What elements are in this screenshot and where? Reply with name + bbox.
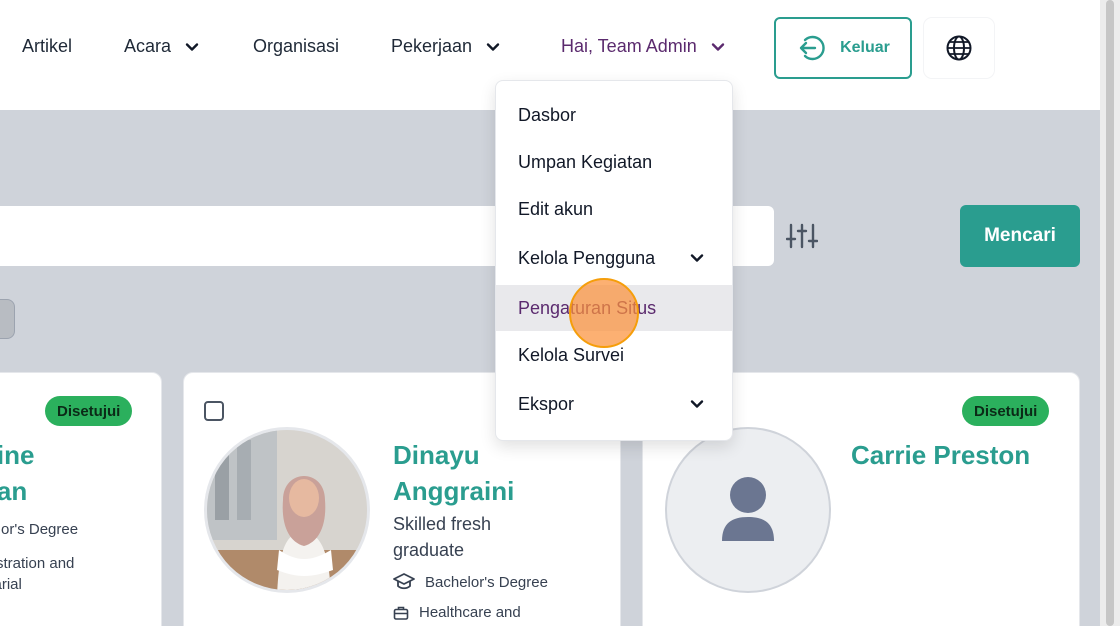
select-checkbox[interactable] <box>204 401 224 421</box>
nav-item-label: Artikel <box>22 36 73 56</box>
search-button-label: Mencari <box>984 225 1056 246</box>
logout-icon <box>799 35 825 61</box>
profile-photo <box>204 427 370 593</box>
menu-item-label: Kelola Survei <box>518 344 625 365</box>
menu-item-label: Pengaturan Situs <box>518 297 657 318</box>
profile-name-line: nine <box>0 440 35 470</box>
nav-item-label: Pekerjaan <box>391 36 473 56</box>
headline-line: graduate <box>393 540 465 560</box>
education-text: Bachelor's Degree <box>425 573 548 591</box>
menu-item-kelola-pengguna[interactable]: Kelola Pengguna <box>496 235 732 281</box>
field-info: Healthcare and <box>393 604 521 621</box>
briefcase-icon <box>393 606 409 620</box>
status-badge-label: Disetujui <box>57 402 121 420</box>
profile-card[interactable]: Disetujui nine gan helor's Degree inistr… <box>0 372 162 626</box>
nav-item-acara[interactable]: Acara <box>124 36 199 57</box>
field-text: inistration and <box>0 555 75 572</box>
chevron-down-icon <box>185 42 199 51</box>
globe-icon <box>946 35 972 61</box>
nav-item-pekerjaan[interactable]: Pekerjaan <box>391 36 500 57</box>
menu-item-label: Dasbor <box>518 104 577 125</box>
search-button[interactable]: Mencari <box>960 205 1080 267</box>
user-greeting: Hai, Team Admin <box>561 36 697 56</box>
menu-item-kelola-survei[interactable]: Kelola Survei <box>496 332 732 378</box>
profile-photo-illustration <box>207 430 367 590</box>
chevron-down-icon <box>690 400 704 408</box>
menu-item-dasbor[interactable]: Dasbor <box>496 92 732 138</box>
graduation-cap-icon <box>393 573 415 590</box>
status-badge: Disetujui <box>45 396 133 426</box>
headline-line: Skilled fresh <box>393 514 492 534</box>
user-dropdown-menu: Dasbor Umpan Kegiatan Edit akun Kelola P… <box>495 80 733 441</box>
logout-button[interactable]: Keluar <box>774 17 912 79</box>
profile-headline: Skilled fresh graduate <box>393 511 491 563</box>
nav-item-organisasi[interactable]: Organisasi <box>253 36 339 57</box>
chevron-down-icon <box>711 42 724 51</box>
status-badge: Disetujui <box>962 396 1050 426</box>
profile-name-line: Dinayu <box>393 440 480 470</box>
logout-label: Keluar <box>840 39 890 56</box>
profile-name[interactable]: nine gan <box>0 437 34 509</box>
menu-item-edit-akun[interactable]: Edit akun <box>496 186 732 232</box>
filter-chip[interactable] <box>0 299 15 339</box>
field-text: Healthcare and <box>419 604 521 621</box>
education-info: helor's Degree <box>0 521 78 538</box>
user-menu-toggle[interactable]: Hai, Team Admin <box>561 36 725 57</box>
field-text: etarial <box>0 576 22 593</box>
menu-item-pengaturan-situs[interactable]: Pengaturan Situs <box>496 285 732 331</box>
profile-name-line: Anggraini <box>393 476 515 506</box>
nav-item-label: Acara <box>124 36 172 56</box>
scrollbar-thumb[interactable] <box>1106 0 1114 626</box>
menu-item-label: Umpan Kegiatan <box>518 151 653 172</box>
nav-item-artikel[interactable]: Artikel <box>22 36 72 57</box>
education-text: helor's Degree <box>0 521 79 538</box>
filter-sliders-icon[interactable] <box>786 222 818 250</box>
user-placeholder-icon <box>722 477 774 541</box>
menu-item-label: Ekspor <box>518 393 575 414</box>
menu-item-label: Kelola Pengguna <box>518 247 656 268</box>
chevron-down-icon <box>690 254 704 262</box>
profile-name[interactable]: Carrie Preston <box>851 437 1030 473</box>
profile-name[interactable]: Dinayu Anggraini <box>393 437 514 509</box>
chevron-down-icon <box>486 42 500 51</box>
page-scrollbar[interactable] <box>1100 0 1120 626</box>
menu-item-ekspor[interactable]: Ekspor <box>496 381 732 427</box>
avatar <box>665 427 831 593</box>
field-info: inistration and etarial <box>0 553 74 595</box>
menu-item-umpan-kegiatan[interactable]: Umpan Kegiatan <box>496 139 732 185</box>
language-button[interactable] <box>924 18 994 78</box>
profile-name-line: gan <box>0 476 28 506</box>
nav-item-label: Organisasi <box>253 36 340 56</box>
menu-item-label: Edit akun <box>518 198 594 219</box>
education-info: Bachelor's Degree <box>393 573 548 591</box>
status-badge-label: Disetujui <box>974 402 1038 420</box>
profile-name-line: Carrie Preston <box>851 440 1031 470</box>
